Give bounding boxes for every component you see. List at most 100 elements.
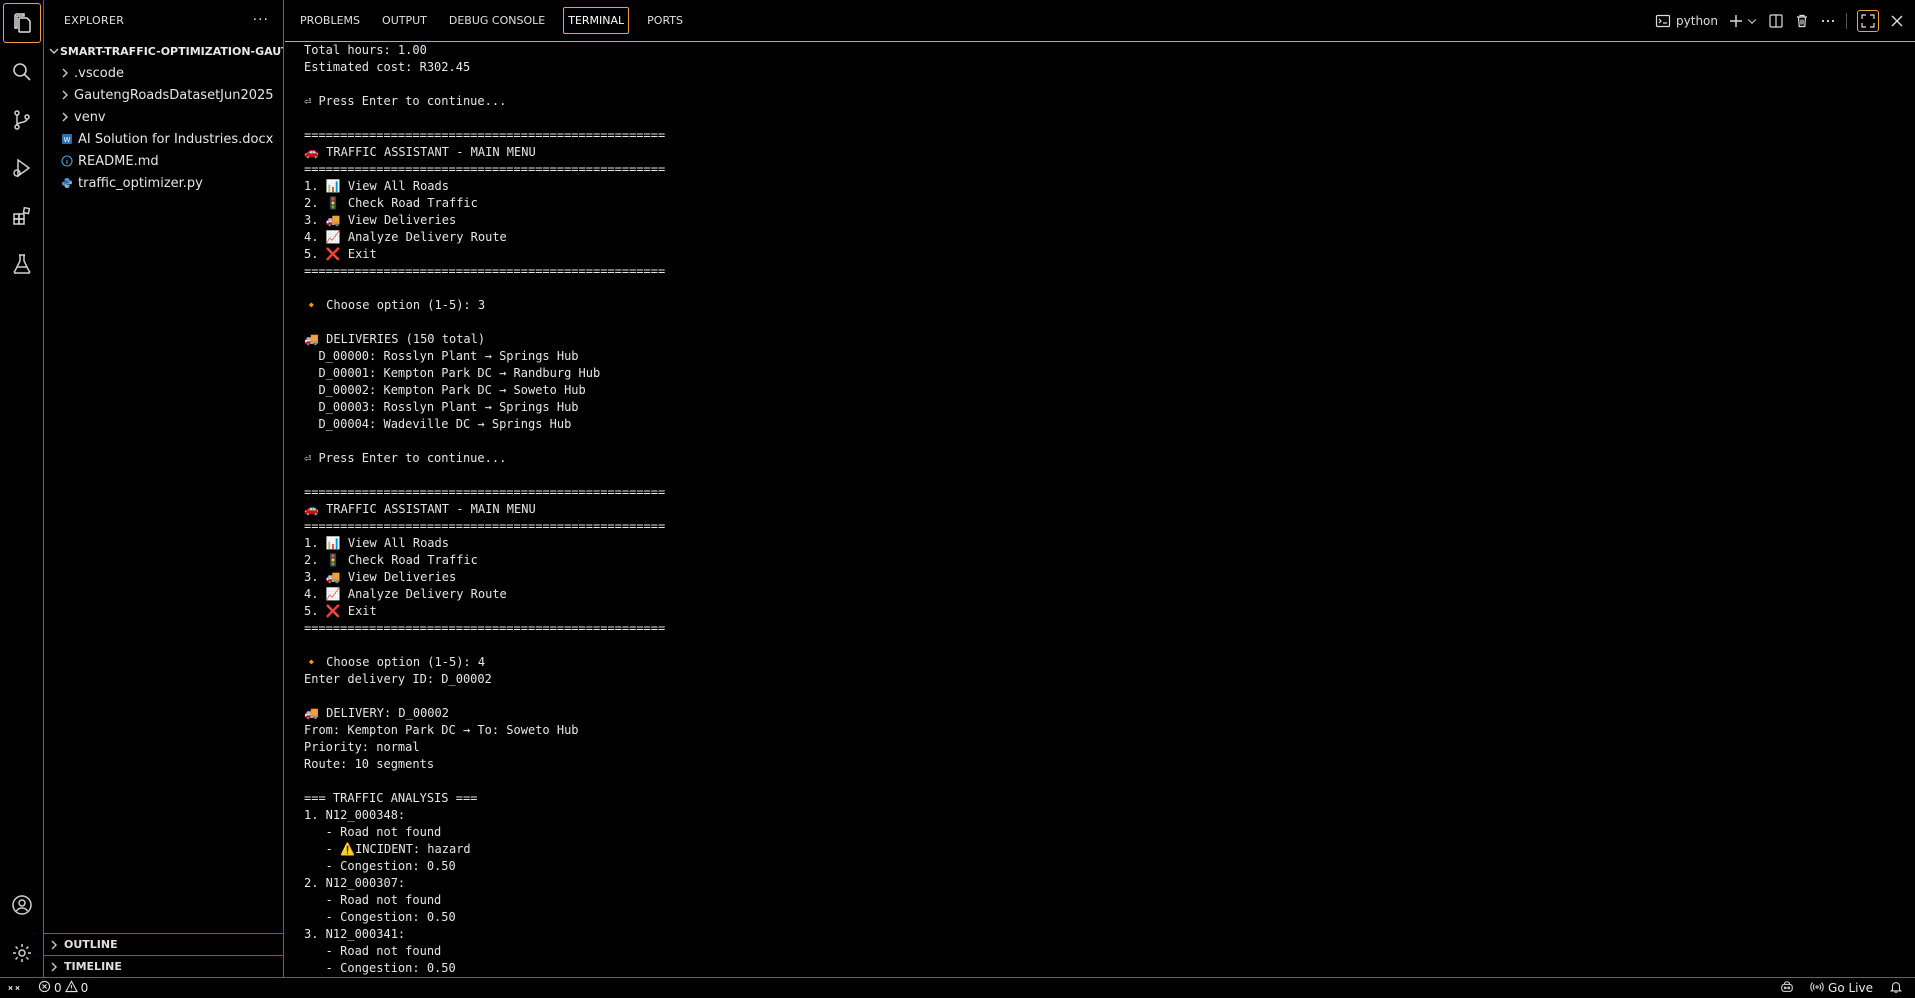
terminal-output[interactable]: Total hours: 1.00 Estimated cost: R302.45…: [304, 42, 1915, 977]
search-icon[interactable]: [0, 48, 44, 96]
terminal-line: ⏎ Press Enter to continue...: [304, 94, 507, 108]
tab-ports[interactable]: PORTS: [643, 8, 687, 33]
tab-terminal[interactable]: TERMINAL: [563, 7, 630, 34]
sidebar-more-actions-button[interactable]: ···: [253, 12, 269, 28]
terminal-line: ========================================…: [304, 264, 666, 278]
panel-actions: python: [1655, 0, 1905, 42]
tree-item-docx[interactable]: W AI Solution for Industries.docx: [44, 128, 283, 150]
tab-problems[interactable]: PROBLEMS: [296, 8, 364, 33]
tree-item-venv[interactable]: venv: [44, 106, 283, 128]
tree-item-python-file[interactable]: traffic_optimizer.py: [44, 172, 283, 194]
trash-icon[interactable]: [1794, 13, 1810, 29]
terminal-name: python: [1676, 14, 1718, 28]
terminal-line: - Road not found: [304, 825, 442, 839]
tree-item-label: AI Solution for Industries.docx: [78, 131, 274, 147]
tree-item-readme[interactable]: README.md: [44, 150, 283, 172]
svg-text:W: W: [64, 136, 71, 144]
info-icon: [58, 155, 76, 167]
terminal-line: 2. 🚦 Check Road Traffic: [304, 196, 478, 210]
terminal-line: 4. 📈 Analyze Delivery Route: [304, 587, 507, 601]
status-bar: 0 0 Go Live: [0, 977, 1915, 997]
settings-gear-icon[interactable]: [0, 929, 44, 977]
terminal-line: - Road not found: [304, 893, 442, 907]
terminal-line: ========================================…: [304, 621, 666, 635]
tree-item-label: venv: [74, 109, 106, 125]
chevron-right-icon: [56, 67, 74, 79]
terminal-line: Enter delivery ID: D_00002: [304, 672, 492, 686]
notifications-bell-icon[interactable]: [1889, 980, 1903, 997]
testing-flask-icon[interactable]: [0, 240, 44, 288]
terminal-line: D_00003: Rosslyn Plant → Springs Hub: [304, 400, 579, 414]
terminal-line: - Congestion: 0.50: [304, 910, 456, 924]
terminal-line: ========================================…: [304, 519, 666, 533]
terminal-line: - Congestion: 0.50: [304, 961, 456, 975]
accounts-icon[interactable]: [0, 881, 44, 929]
activity-bottom-group: [0, 881, 44, 977]
terminal-selector[interactable]: python: [1655, 13, 1718, 29]
tab-debug-console[interactable]: DEBUG CONSOLE: [445, 8, 549, 33]
terminal-icon: [1655, 13, 1671, 29]
workspace-root-folder[interactable]: SMART-TRAFFIC-OPTIMIZATION-GAUT...: [44, 40, 283, 62]
bottom-panel: PROBLEMS OUTPUT DEBUG CONSOLE TERMINAL P…: [285, 0, 1915, 977]
terminal-line: 🚗 TRAFFIC ASSISTANT - MAIN MENU: [304, 502, 536, 516]
tree-item-gauteng-dataset[interactable]: GautengRoadsDatasetJun2025: [44, 84, 283, 106]
status-right: Go Live: [1780, 978, 1903, 998]
terminal-line: Route: 10 segments: [304, 757, 435, 771]
explorer-icon[interactable]: [2, 3, 41, 43]
terminal-line: 🔸 Choose option (1-5): 4: [304, 655, 486, 669]
warning-count: 0: [80, 980, 89, 995]
chevron-right-icon: [48, 939, 64, 951]
terminal-line: - Road not found: [304, 944, 442, 958]
word-document-icon: W: [58, 133, 76, 145]
terminal-line: ⏎ Press Enter to continue...: [304, 451, 507, 465]
workspace-root-label: SMART-TRAFFIC-OPTIMIZATION-GAUT...: [60, 44, 283, 58]
timeline-section-header[interactable]: TIMELINE: [44, 955, 283, 977]
extensions-icon[interactable]: [0, 192, 44, 240]
activity-bar: [0, 0, 44, 977]
remote-indicator-icon[interactable]: [0, 978, 28, 998]
activity-top-group: [0, 0, 44, 288]
problems-status[interactable]: 0 0: [38, 979, 89, 996]
terminal-line: Total hours: 1.00: [304, 43, 427, 57]
terminal-line: - Congestion: 0.50: [304, 859, 456, 873]
tree-item-vscode[interactable]: .vscode: [44, 62, 283, 84]
terminal-line: 🚚 DELIVERY: D_00002: [304, 706, 449, 720]
sidebar-title: EXPLORER: [64, 13, 125, 27]
error-count: 0: [54, 980, 62, 995]
split-terminal-icon[interactable]: [1768, 13, 1784, 29]
terminal-line: 1. N12_000348:: [304, 808, 406, 822]
outline-section-header[interactable]: OUTLINE: [44, 933, 283, 955]
go-live-label: Go Live: [1828, 981, 1873, 995]
terminal-line: D_00001: Kempton Park DC → Randburg Hub: [304, 366, 601, 380]
close-icon[interactable]: [1889, 13, 1905, 29]
terminal-line: 2. N12_000307:: [304, 876, 406, 890]
copilot-icon[interactable]: [1780, 980, 1794, 997]
terminal-line: Estimated cost: R302.45: [304, 60, 471, 74]
terminal-line: 1. 📊 View All Roads: [304, 179, 449, 193]
terminal-line: 3. 🚚 View Deliveries: [304, 213, 457, 227]
run-debug-icon[interactable]: [0, 144, 44, 192]
terminal-line: - ⚠️INCIDENT: hazard: [304, 842, 471, 856]
warning-icon: [64, 979, 78, 996]
terminal-line: From: Kempton Park DC → To: Soweto Hub: [304, 723, 579, 737]
new-terminal-plus-icon[interactable]: [1728, 13, 1744, 29]
tab-output[interactable]: OUTPUT: [378, 8, 431, 33]
more-actions-icon[interactable]: [1820, 13, 1836, 29]
go-live-button[interactable]: Go Live: [1810, 980, 1873, 997]
broadcast-icon: [1810, 980, 1824, 997]
tree-item-label: .vscode: [74, 65, 124, 81]
outline-label: OUTLINE: [64, 938, 118, 951]
maximize-panel-icon[interactable]: [1857, 10, 1879, 32]
chevron-down-icon[interactable]: [1746, 15, 1758, 27]
terminal-line: 5. ❌ Exit: [304, 604, 377, 618]
source-control-icon[interactable]: [0, 96, 44, 144]
chevron-right-icon: [48, 961, 64, 973]
sidebar-header: EXPLORER ···: [44, 0, 283, 40]
terminal-line: D_00004: Wadeville DC → Springs Hub: [304, 417, 572, 431]
